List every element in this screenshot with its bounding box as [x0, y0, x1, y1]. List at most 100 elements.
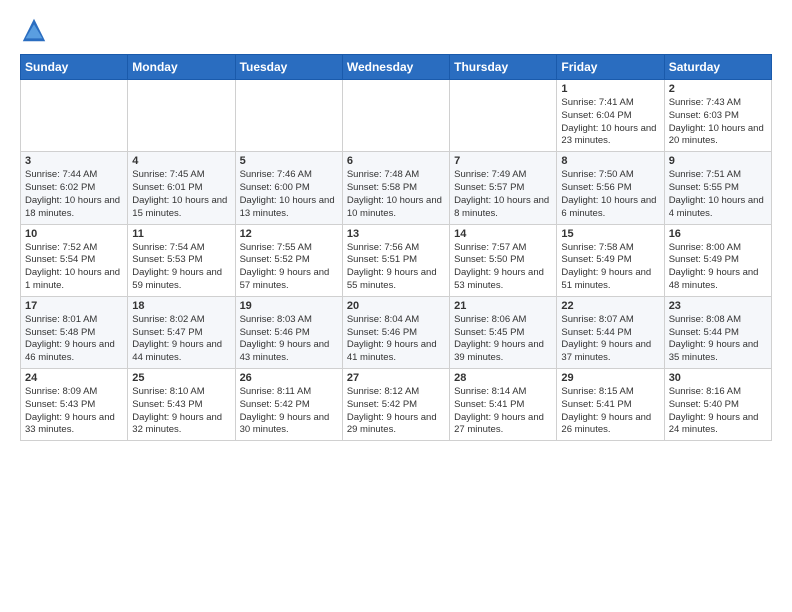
- calendar-cell: 2 Sunrise: 7:43 AM Sunset: 6:03 PM Daylig…: [664, 80, 771, 152]
- calendar-week-row: 24 Sunrise: 8:09 AM Sunset: 5:43 PM Dayli…: [21, 369, 772, 441]
- calendar-header-sunday: Sunday: [21, 55, 128, 80]
- day-info: Sunrise: 7:44 AM Sunset: 6:02 PM Dayligh…: [25, 169, 123, 220]
- day-number: 13: [347, 228, 445, 240]
- calendar-cell: [235, 80, 342, 152]
- calendar-week-row: 1 Sunrise: 7:41 AM Sunset: 6:04 PM Daylig…: [21, 80, 772, 152]
- day-number: 18: [132, 300, 230, 312]
- calendar-cell: 20 Sunrise: 8:04 AM Sunset: 5:46 PM Dayli…: [342, 296, 449, 368]
- calendar-week-row: 3 Sunrise: 7:44 AM Sunset: 6:02 PM Daylig…: [21, 152, 772, 224]
- day-number: 22: [561, 300, 659, 312]
- calendar-cell: 11 Sunrise: 7:54 AM Sunset: 5:53 PM Dayli…: [128, 224, 235, 296]
- day-number: 19: [240, 300, 338, 312]
- day-info: Sunrise: 7:51 AM Sunset: 5:55 PM Dayligh…: [669, 169, 767, 220]
- day-info: Sunrise: 7:50 AM Sunset: 5:56 PM Dayligh…: [561, 169, 659, 220]
- day-number: 3: [25, 155, 123, 167]
- day-number: 26: [240, 372, 338, 384]
- day-info: Sunrise: 8:10 AM Sunset: 5:43 PM Dayligh…: [132, 386, 230, 437]
- calendar-header-monday: Monday: [128, 55, 235, 80]
- day-number: 12: [240, 228, 338, 240]
- calendar-cell: [21, 80, 128, 152]
- day-info: Sunrise: 8:04 AM Sunset: 5:46 PM Dayligh…: [347, 314, 445, 365]
- calendar-cell: [342, 80, 449, 152]
- calendar-cell: 13Sunrise: 7:56 AM Sunset: 5:51 PM Dayli…: [342, 224, 449, 296]
- day-info: Sunrise: 7:41 AM Sunset: 6:04 PM Dayligh…: [561, 97, 659, 148]
- calendar-cell: 9 Sunrise: 7:51 AM Sunset: 5:55 PM Daylig…: [664, 152, 771, 224]
- calendar-cell: 16 Sunrise: 8:00 AM Sunset: 5:49 PM Dayli…: [664, 224, 771, 296]
- day-number: 2: [669, 83, 767, 95]
- day-info: Sunrise: 7:54 AM Sunset: 5:53 PM Dayligh…: [132, 242, 230, 293]
- calendar-header-tuesday: Tuesday: [235, 55, 342, 80]
- day-info: Sunrise: 8:03 AM Sunset: 5:46 PM Dayligh…: [240, 314, 338, 365]
- day-number: 14: [454, 228, 552, 240]
- day-number: 5: [240, 155, 338, 167]
- day-info: Sunrise: 8:09 AM Sunset: 5:43 PM Dayligh…: [25, 386, 123, 437]
- calendar-cell: 21 Sunrise: 8:06 AM Sunset: 5:45 PM Dayli…: [450, 296, 557, 368]
- day-info: Sunrise: 7:57 AM Sunset: 5:50 PM Dayligh…: [454, 242, 552, 293]
- calendar-cell: 10 Sunrise: 7:52 AM Sunset: 5:54 PM Dayli…: [21, 224, 128, 296]
- day-number: 28: [454, 372, 552, 384]
- day-info: Sunrise: 8:14 AM Sunset: 5:41 PM Dayligh…: [454, 386, 552, 437]
- day-number: 1: [561, 83, 659, 95]
- calendar-cell: 27 Sunrise: 8:12 AM Sunset: 5:42 PM Dayli…: [342, 369, 449, 441]
- day-info: Sunrise: 8:12 AM Sunset: 5:42 PM Dayligh…: [347, 386, 445, 437]
- calendar-header-row: SundayMondayTuesdayWednesdayThursdayFrid…: [21, 55, 772, 80]
- day-info: Sunrise: 7:52 AM Sunset: 5:54 PM Dayligh…: [25, 242, 123, 293]
- calendar-cell: 22 Sunrise: 8:07 AM Sunset: 5:44 PM Dayli…: [557, 296, 664, 368]
- day-info: Sunrise: 8:06 AM Sunset: 5:45 PM Dayligh…: [454, 314, 552, 365]
- day-info: Sunrise: 8:15 AM Sunset: 5:41 PM Dayligh…: [561, 386, 659, 437]
- calendar-cell: 8 Sunrise: 7:50 AM Sunset: 5:56 PM Daylig…: [557, 152, 664, 224]
- calendar-cell: 23Sunrise: 8:08 AM Sunset: 5:44 PM Dayli…: [664, 296, 771, 368]
- day-number: 27: [347, 372, 445, 384]
- day-number: 29: [561, 372, 659, 384]
- calendar-header-thursday: Thursday: [450, 55, 557, 80]
- logo-icon: [20, 16, 48, 44]
- day-number: 25: [132, 372, 230, 384]
- day-info: Sunrise: 8:11 AM Sunset: 5:42 PM Dayligh…: [240, 386, 338, 437]
- day-info: Sunrise: 8:08 AM Sunset: 5:44 PM Dayligh…: [669, 314, 767, 365]
- calendar-header-wednesday: Wednesday: [342, 55, 449, 80]
- day-number: 11: [132, 228, 230, 240]
- calendar-week-row: 17Sunrise: 8:01 AM Sunset: 5:48 PM Dayli…: [21, 296, 772, 368]
- calendar-header-saturday: Saturday: [664, 55, 771, 80]
- day-number: 7: [454, 155, 552, 167]
- header: [20, 16, 772, 44]
- day-number: 16: [669, 228, 767, 240]
- day-number: 21: [454, 300, 552, 312]
- calendar-cell: 15Sunrise: 7:58 AM Sunset: 5:49 PM Dayli…: [557, 224, 664, 296]
- calendar-cell: 19 Sunrise: 8:03 AM Sunset: 5:46 PM Dayli…: [235, 296, 342, 368]
- calendar-cell: 25 Sunrise: 8:10 AM Sunset: 5:43 PM Dayli…: [128, 369, 235, 441]
- day-number: 10: [25, 228, 123, 240]
- calendar-cell: 30 Sunrise: 8:16 AM Sunset: 5:40 PM Dayli…: [664, 369, 771, 441]
- day-number: 6: [347, 155, 445, 167]
- calendar-header-friday: Friday: [557, 55, 664, 80]
- day-info: Sunrise: 7:43 AM Sunset: 6:03 PM Dayligh…: [669, 97, 767, 148]
- day-info: Sunrise: 8:02 AM Sunset: 5:47 PM Dayligh…: [132, 314, 230, 365]
- day-info: Sunrise: 8:16 AM Sunset: 5:40 PM Dayligh…: [669, 386, 767, 437]
- calendar-cell: [128, 80, 235, 152]
- calendar-cell: 24 Sunrise: 8:09 AM Sunset: 5:43 PM Dayli…: [21, 369, 128, 441]
- day-number: 9: [669, 155, 767, 167]
- day-number: 17: [25, 300, 123, 312]
- calendar-cell: 5 Sunrise: 7:46 AM Sunset: 6:00 PM Daylig…: [235, 152, 342, 224]
- calendar-cell: [450, 80, 557, 152]
- day-number: 8: [561, 155, 659, 167]
- calendar-week-row: 10 Sunrise: 7:52 AM Sunset: 5:54 PM Dayli…: [21, 224, 772, 296]
- day-number: 30: [669, 372, 767, 384]
- day-info: Sunrise: 7:58 AM Sunset: 5:49 PM Dayligh…: [561, 242, 659, 293]
- logo: [20, 16, 50, 44]
- day-info: Sunrise: 7:45 AM Sunset: 6:01 PM Dayligh…: [132, 169, 230, 220]
- calendar-cell: 6 Sunrise: 7:48 AM Sunset: 5:58 PM Daylig…: [342, 152, 449, 224]
- day-number: 24: [25, 372, 123, 384]
- calendar-cell: 18 Sunrise: 8:02 AM Sunset: 5:47 PM Dayli…: [128, 296, 235, 368]
- day-info: Sunrise: 7:55 AM Sunset: 5:52 PM Dayligh…: [240, 242, 338, 293]
- day-info: Sunrise: 8:07 AM Sunset: 5:44 PM Dayligh…: [561, 314, 659, 365]
- day-info: Sunrise: 7:46 AM Sunset: 6:00 PM Dayligh…: [240, 169, 338, 220]
- calendar-cell: 28 Sunrise: 8:14 AM Sunset: 5:41 PM Dayli…: [450, 369, 557, 441]
- day-info: Sunrise: 7:48 AM Sunset: 5:58 PM Dayligh…: [347, 169, 445, 220]
- calendar: SundayMondayTuesdayWednesdayThursdayFrid…: [20, 54, 772, 441]
- calendar-cell: 26 Sunrise: 8:11 AM Sunset: 5:42 PM Dayli…: [235, 369, 342, 441]
- day-info: Sunrise: 8:00 AM Sunset: 5:49 PM Dayligh…: [669, 242, 767, 293]
- page: SundayMondayTuesdayWednesdayThursdayFrid…: [0, 0, 792, 457]
- day-number: 20: [347, 300, 445, 312]
- calendar-cell: 1 Sunrise: 7:41 AM Sunset: 6:04 PM Daylig…: [557, 80, 664, 152]
